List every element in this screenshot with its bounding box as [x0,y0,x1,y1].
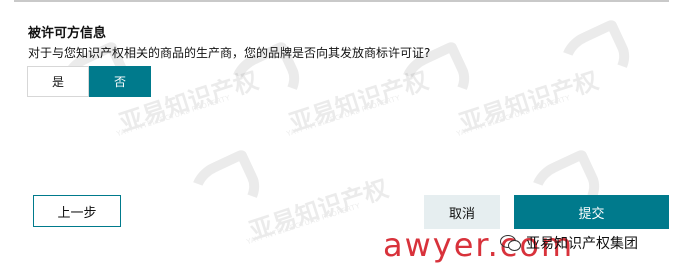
top-divider [14,0,669,2]
previous-step-button[interactable]: 上一步 [33,195,121,227]
wechat-icon [500,235,522,251]
option-no[interactable]: 否 [89,66,151,97]
watermark-logo: 亚易知识产权 YAYI INTELLECTUAL PROPERTY [390,40,602,138]
license-question: 对于与您知识产权相关的商品的生产商，您的品牌是否向其发放商标许可证? [28,46,431,60]
cancel-button[interactable]: 取消 [424,195,500,229]
submit-button[interactable]: 提交 [514,195,669,229]
yes-no-toggle: 是 否 [27,66,151,97]
watermark-logo [550,18,640,102]
swoosh-icon [180,148,270,232]
account-name: 亚易知识产权集团 [526,236,638,252]
option-yes[interactable]: 是 [27,66,89,97]
watermark-logo: 亚易知识产权 YAYI INTELLECTUAL PROPERTY [180,148,392,246]
swoosh-icon [550,18,640,102]
section-title: 被许可方信息 [28,26,107,41]
account-badge: 亚易知识产权集团 [500,233,638,253]
watermark-logo: 亚易知识产权 YAYI INTELLECTUAL PROPERTY [220,40,432,138]
